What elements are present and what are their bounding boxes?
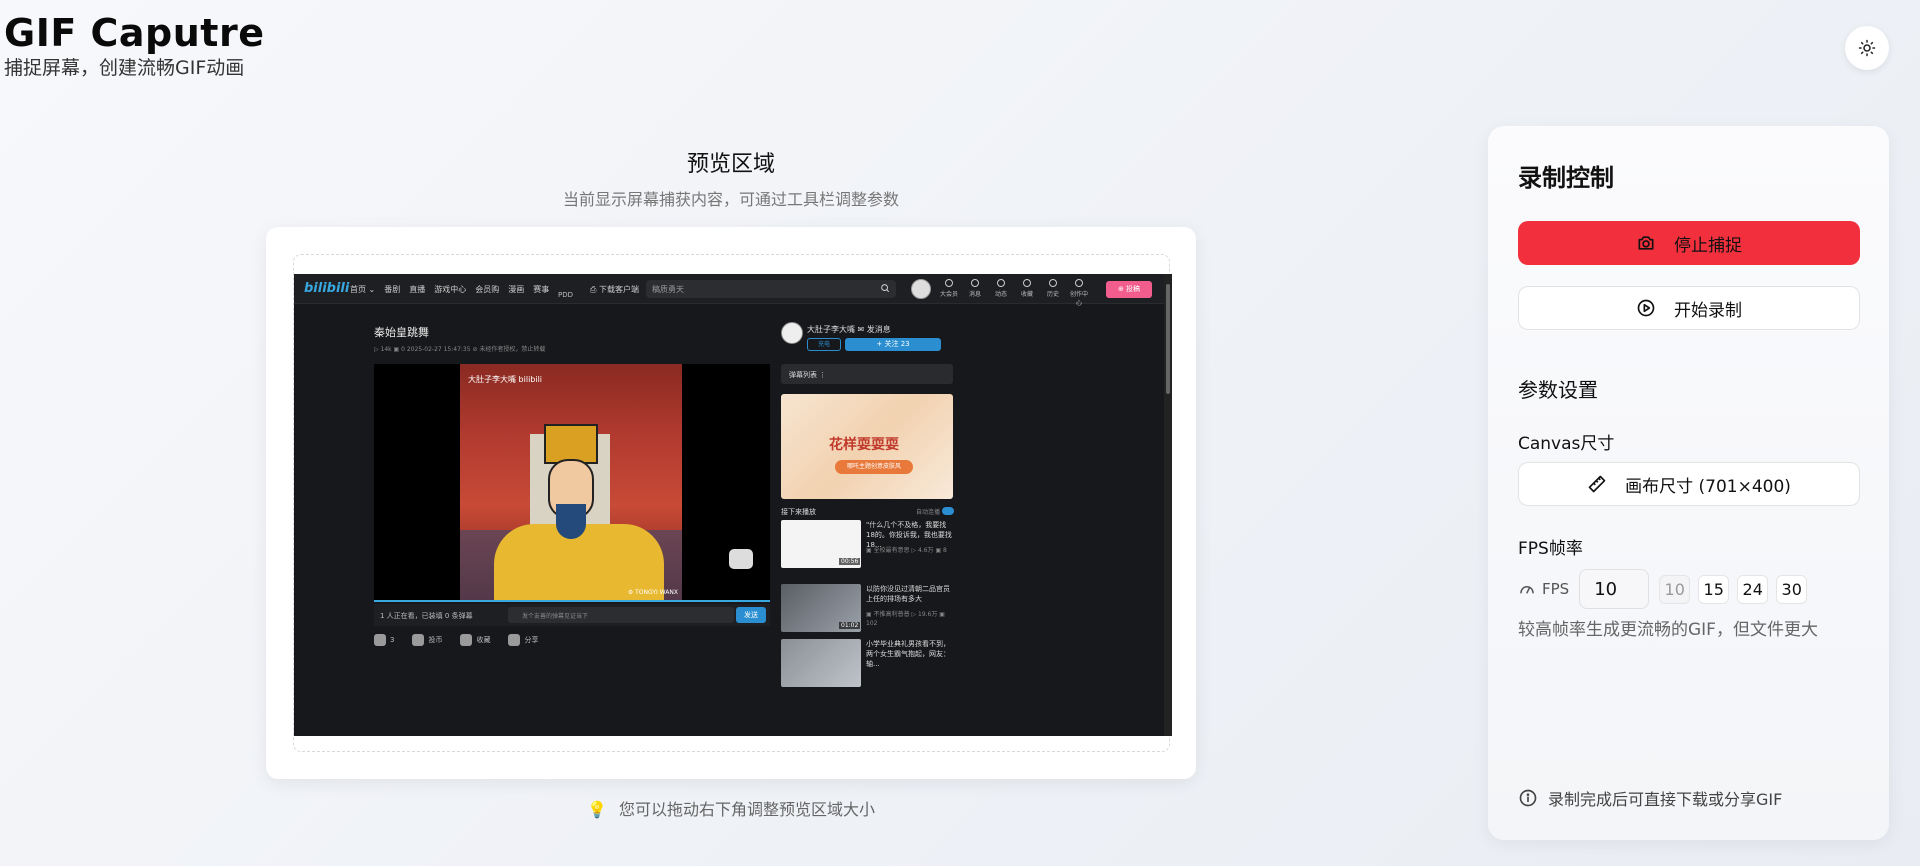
- bili-frame-watermark: 大肚子李大嘴 bilibili: [468, 375, 543, 384]
- bili-video-frame: 大肚子李大嘴 bilibili ⚙ TONGYI WANX: [460, 364, 682, 600]
- panel-footer: 录制完成后可直接下载或分享GIF: [1518, 786, 1782, 810]
- bili-danmaku-count: 1 人正在看，已装填 0 条弹幕: [380, 612, 473, 620]
- bili-search-placeholder: 稿质勇天: [652, 285, 684, 294]
- bili-rec-item: 00:56 "什么几个不及格，我要找18的。你投诉我，我也要找18... ▣ 全…: [781, 520, 953, 570]
- bili-up-avatar: [781, 322, 803, 344]
- fps-preset-30[interactable]: 30: [1776, 574, 1808, 604]
- bili-danmaku-input: 发个友善的弹幕见证当下: [508, 607, 734, 623]
- fps-label: FPS帧率: [1518, 539, 1583, 559]
- bili-nav-item: 赛事: [533, 285, 550, 294]
- bili-danmaku-send: 发送: [736, 607, 766, 623]
- bili-nav-item: 首页 ⌄: [350, 285, 376, 294]
- play-badge-icon: [729, 549, 753, 569]
- app-title: GIF Caputre: [4, 11, 265, 55]
- info-icon: [1519, 789, 1537, 807]
- bili-nav-item: 漫画: [508, 285, 525, 294]
- bili-nav-client: ⎙ 下载客户端: [590, 285, 639, 294]
- app-subtitle: 捕捉屏幕，创建流畅GIF动画: [4, 57, 245, 79]
- panel-footer-text: 录制完成后可直接下载或分享GIF: [1548, 790, 1783, 809]
- bili-nav-items: 首页 ⌄ 番剧 直播 游戏中心 会员购 漫画 赛事: [350, 284, 549, 295]
- preview-description: 当前显示屏幕捕获内容，可通过工具栏调整参数: [562, 190, 899, 209]
- bili-autoplay: 自动连播: [916, 509, 941, 516]
- bili-nav-bar: bilibili 首页 ⌄ 番剧 直播 游戏中心 会员购 漫画 赛事 PDD ⎙…: [294, 274, 1164, 307]
- preview-hint-text: 您可以拖动右下角调整预览区域大小: [618, 800, 875, 819]
- bili-nav-pdd: PDD: [558, 291, 574, 299]
- start-recording-button[interactable]: 开始录制: [1518, 286, 1860, 330]
- panel-title: 录制控制: [1518, 164, 1614, 192]
- bili-nav-icon: 历史: [1042, 279, 1064, 307]
- share-icon: [508, 634, 521, 646]
- coin-icon: [412, 634, 425, 646]
- bili-danmaku-bar: 1 人正在看，已装填 0 条弹幕 发个友善的弹幕见证当下 发送: [374, 604, 770, 626]
- bili-nav-item: 直播: [409, 285, 426, 294]
- bili-nav-icon: 消息: [964, 279, 986, 307]
- bili-nav-icon: 动态: [990, 279, 1012, 307]
- bili-video-meta: ▷ 14k ▣ 0 2025-02-27 15:47:35 ⊘ 未经作者授权，禁…: [374, 346, 546, 353]
- bili-next-play: 接下来播放: [781, 508, 816, 516]
- bili-nav-icon: 大会员: [938, 279, 960, 307]
- bili-video-actions: 3 投币 收藏 分享: [374, 634, 538, 646]
- bili-rec-item: 01:02 以防你没见过清朝二品官员上任的排场有多大 ▣ 不推高利普普 ▷ 19…: [781, 584, 953, 634]
- canvas-size-value: 画布尺寸 (701×400): [1625, 476, 1791, 497]
- bili-upload-button: ⊕ 投稿: [1106, 281, 1152, 298]
- bili-up-charge: 充电: [807, 338, 841, 351]
- bili-ad-text: 花样耍耍耍: [829, 437, 899, 453]
- fps-preset-15[interactable]: 15: [1698, 574, 1730, 604]
- bili-up-name: 大肚子李大嘴 ✉ 发消息: [807, 325, 891, 334]
- settings-title: 参数设置: [1518, 378, 1598, 402]
- bili-rec-item: 小学毕业典礼男孩看不到，两个女生霸气抱起，网友：轴...: [781, 639, 953, 689]
- app-header: GIF Caputre 捕捉屏幕，创建流畅GIF动画: [4, 10, 264, 80]
- sun-icon: [1858, 39, 1876, 57]
- bili-user-avatar: [911, 279, 931, 299]
- bili-logo: bilibili: [304, 281, 350, 296]
- bili-video-player: 大肚子李大嘴 bilibili ⚙ TONGYI WANX: [374, 364, 770, 600]
- bili-video-title: 秦始皇跳舞: [374, 326, 429, 339]
- bili-nav-icon: 收藏: [1016, 279, 1038, 307]
- canvas-size-button[interactable]: 画布尺寸 (701×400): [1518, 462, 1860, 506]
- fps-help-text: 较高帧率生成更流畅的GIF，但文件更大: [1518, 620, 1818, 640]
- bili-ad-banner: 花样耍耍耍 哪吒主题创意皮肤风: [781, 394, 953, 499]
- theme-toggle-button[interactable]: [1845, 26, 1889, 70]
- preview-title: 预览区域: [686, 152, 775, 177]
- bili-nav-item: 番剧: [384, 285, 401, 294]
- canvas-size-label: Canvas尺寸: [1518, 434, 1615, 454]
- preview-card: bilibili 首页 ⌄ 番剧 直播 游戏中心 会员购 漫画 赛事 PDD ⎙…: [266, 227, 1196, 779]
- fps-presets: 10 15 24 30: [1659, 574, 1808, 604]
- bili-up-follow: + 关注 23: [845, 338, 941, 351]
- screen-scrollbar: [1164, 274, 1172, 736]
- bili-nav-icons: 大会员 消息 动态 收藏 历史 创作中心: [938, 279, 1090, 307]
- bili-ad-badge: 哪吒主题创意皮肤风: [835, 460, 913, 474]
- start-recording-label: 开始录制: [1674, 300, 1742, 321]
- lightbulb-icon: 💡: [587, 800, 607, 819]
- fps-preset-24[interactable]: 24: [1737, 574, 1769, 604]
- recording-control-panel: 录制控制 停止捕捉 开始录制 参数设置 Canvas尺寸 画布尺寸 (701×4…: [1488, 126, 1889, 840]
- fps-row: FPS 10 15 24 30: [1518, 569, 1808, 609]
- play-circle-icon: [1637, 299, 1655, 317]
- search-icon: [881, 284, 890, 293]
- bili-nav-item: 会员购: [475, 285, 500, 294]
- camera-icon: [1638, 236, 1654, 250]
- bili-nav-icon: 创作中心: [1068, 279, 1090, 307]
- bili-rec-thumb: [781, 639, 861, 687]
- gauge-icon: [1520, 586, 1534, 594]
- star-icon: [460, 634, 473, 646]
- bili-player-progress: [374, 600, 770, 602]
- fps-unit: FPS: [1518, 580, 1569, 598]
- fps-input[interactable]: [1579, 569, 1650, 609]
- stop-capture-label: 停止捕捉: [1674, 235, 1742, 256]
- bili-search-box: 稿质勇天: [646, 280, 896, 298]
- fps-preset-10[interactable]: 10: [1659, 574, 1691, 604]
- stop-capture-button[interactable]: 停止捕捉: [1518, 221, 1860, 265]
- ruler-icon: [1588, 475, 1606, 493]
- preview-heading: 预览区域 当前显示屏幕捕获内容，可通过工具栏调整参数: [266, 150, 1196, 210]
- preview-hint: 💡 您可以拖动右下角调整预览区域大小: [266, 796, 1196, 820]
- bili-danmaku-list: 弹幕列表 ⋮: [781, 364, 953, 384]
- bili-autoplay-toggle: [942, 507, 954, 515]
- bili-nav-item: 游戏中心: [434, 285, 467, 294]
- like-icon: [374, 634, 386, 646]
- captured-screen: bilibili 首页 ⌄ 番剧 直播 游戏中心 会员购 漫画 赛事 PDD ⎙…: [294, 274, 1172, 736]
- bili-frame-tongyi: ⚙ TONGYI WANX: [627, 589, 678, 596]
